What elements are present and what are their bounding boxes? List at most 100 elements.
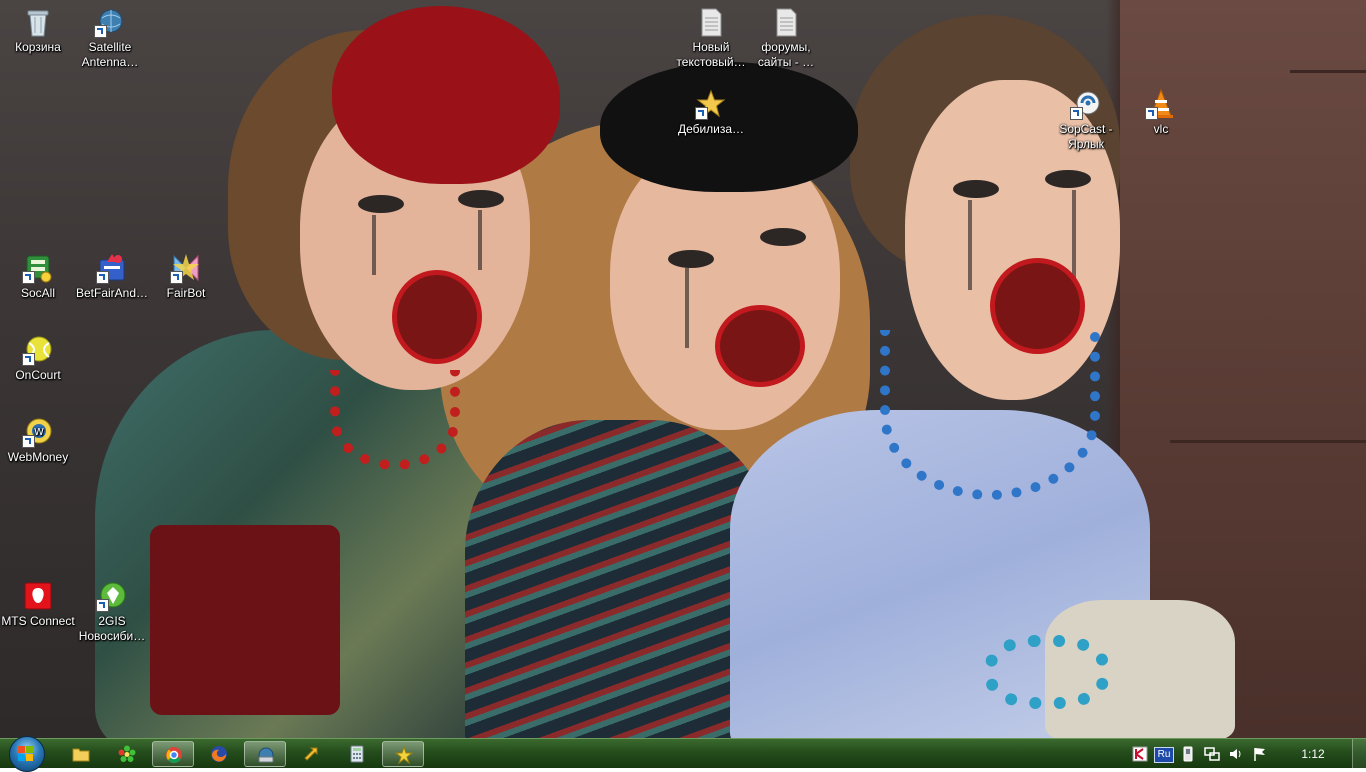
taskbar-button-torrent[interactable] <box>290 741 332 767</box>
wallpaper-eye <box>953 180 999 198</box>
desktop-icon-debiliza[interactable]: Дебилиза… <box>673 88 749 137</box>
explorer-folder-icon <box>72 745 90 763</box>
desktop-icon-new-text-document[interactable]: Новый текстовый… <box>673 6 749 70</box>
desktop-icon-2gis[interactable]: 2GIS Новосиби… <box>74 580 150 644</box>
betfair-icon <box>96 252 128 284</box>
taskbar-button-calculator[interactable] <box>336 741 378 767</box>
desktop-icon-label: Корзина <box>15 40 61 54</box>
shortcut-arrow-icon <box>22 435 35 448</box>
wallpaper-seam <box>1290 70 1366 73</box>
desktop-icon-fairbot[interactable]: FairBot <box>148 252 224 301</box>
desktop-icon-label: FairBot <box>166 286 206 300</box>
wallpaper-figure-middle-dress <box>465 420 775 738</box>
desktop-icon-mts-connect[interactable]: MTS Connect <box>0 580 76 629</box>
desktop-icon-label: Дебилиза… <box>677 122 745 136</box>
wallpaper-tear <box>968 200 972 290</box>
text-document-icon <box>695 6 727 38</box>
wallpaper-tear <box>685 268 689 348</box>
desktop-icon-label: Satellite Antenna… <box>81 40 139 69</box>
wallpaper-eye <box>760 228 806 246</box>
windows-logo-icon <box>18 746 34 762</box>
shortcut-arrow-icon <box>22 353 35 366</box>
desktop-icon-label: vlc <box>1153 122 1169 136</box>
wallpaper-turquoise-bracelet <box>985 635 1109 709</box>
desktop-icon-forums-document[interactable]: форумы, сайты - … <box>748 6 824 70</box>
system-tray: Ru <box>1128 739 1278 769</box>
star-shortcut-icon <box>695 88 727 120</box>
taskbar-button-icq[interactable] <box>106 741 148 767</box>
taskbar-clock[interactable]: 1:12 <box>1290 739 1336 769</box>
shortcut-arrow-icon <box>96 271 109 284</box>
action-center-flag-icon[interactable] <box>1252 746 1268 762</box>
taskbar-button-firefox[interactable] <box>198 741 240 767</box>
wallpaper-blue-necklace <box>880 330 1100 500</box>
wallpaper-tear <box>478 210 482 270</box>
antivirus-k-icon[interactable] <box>1132 746 1148 762</box>
taskbar: Ru 1:12 <box>0 736 1366 772</box>
wallpaper-eye <box>1045 170 1091 188</box>
desktop-icon-vlc[interactable]: vlc <box>1123 88 1199 137</box>
socall-icon <box>22 252 54 284</box>
shortcut-arrow-icon <box>96 599 109 612</box>
star-app-icon <box>394 745 414 765</box>
desktop[interactable]: Корзина Satellite Antenna… Новый текстов… <box>0 0 1366 738</box>
desktop-icon-label: 2GIS Новосиби… <box>78 614 146 643</box>
wallpaper-mouth <box>715 305 805 387</box>
volume-icon[interactable] <box>1228 746 1244 762</box>
taskbar-button-chrome[interactable] <box>152 741 194 767</box>
wallpaper-eye <box>358 195 404 213</box>
desktop-icon-recycle-bin[interactable]: Корзина <box>0 6 76 55</box>
desktop-icon-label: BetFairAnd… <box>75 286 149 300</box>
desktop-icon-label: WebMoney <box>7 450 69 464</box>
start-button[interactable] <box>6 736 46 772</box>
oncourt-ball-icon <box>22 334 54 366</box>
torrent-arrows-icon <box>302 745 320 763</box>
desktop-icon-betfair[interactable]: BetFairAnd… <box>74 252 150 301</box>
shortcut-arrow-icon <box>1145 107 1158 120</box>
satellite-globe-icon <box>94 6 126 38</box>
wallpaper-red-hat <box>332 6 560 184</box>
webmoney-icon: W <box>22 416 54 448</box>
device-icon[interactable] <box>1180 746 1196 762</box>
wallpaper-red-necklace <box>330 370 460 470</box>
vlc-cone-icon <box>1145 88 1177 120</box>
firefox-icon <box>210 745 228 763</box>
desktop-icon-label: OnCourt <box>15 368 61 382</box>
wallpaper-eye <box>668 250 714 268</box>
svg-text:W: W <box>34 427 44 438</box>
language-ru-icon[interactable]: Ru <box>1154 747 1174 763</box>
sopcast-icon <box>1070 88 1102 120</box>
wallpaper-eye <box>458 190 504 208</box>
show-desktop-button[interactable] <box>1352 739 1366 769</box>
network-globe-icon <box>257 746 275 764</box>
desktop-icon-socall[interactable]: SocAll <box>0 252 76 301</box>
wallpaper-mouth <box>392 270 482 364</box>
desktop-icon-label: SocAll <box>20 286 55 300</box>
fairbot-icon <box>170 252 202 284</box>
shortcut-arrow-icon <box>695 107 708 120</box>
desktop-icon-webmoney[interactable]: W WebMoney <box>0 416 76 465</box>
shortcut-arrow-icon <box>1070 107 1083 120</box>
text-document-icon <box>770 6 802 38</box>
taskbar-button-star-app[interactable] <box>382 741 424 767</box>
network-icon[interactable] <box>1204 746 1220 762</box>
desktop-icon-label: форумы, сайты - … <box>757 40 815 69</box>
desktop-icon-satellite-antenna[interactable]: Satellite Antenna… <box>72 6 148 70</box>
wallpaper-tear <box>372 215 376 275</box>
desktop-icon-oncourt[interactable]: OnCourt <box>0 334 76 383</box>
desktop-icon-sopcast[interactable]: SopCast - Ярлык <box>1048 88 1124 152</box>
2gis-icon <box>96 580 128 612</box>
calculator-icon <box>348 745 366 763</box>
recycle-bin-icon <box>22 6 54 38</box>
desktop-icon-label: MTS Connect <box>1 614 75 628</box>
wallpaper-seam <box>1170 440 1366 443</box>
taskbar-button-network-app[interactable] <box>244 741 286 767</box>
shortcut-arrow-icon <box>94 25 107 38</box>
shortcut-arrow-icon <box>22 271 35 284</box>
chrome-icon <box>165 746 183 764</box>
mts-connect-icon <box>22 580 54 612</box>
wallpaper-red-handbag <box>150 525 340 715</box>
taskbar-button-explorer[interactable] <box>60 741 102 767</box>
desktop-icon-label: SopCast - Ярлык <box>1059 122 1113 151</box>
icq-flower-icon <box>118 745 136 763</box>
